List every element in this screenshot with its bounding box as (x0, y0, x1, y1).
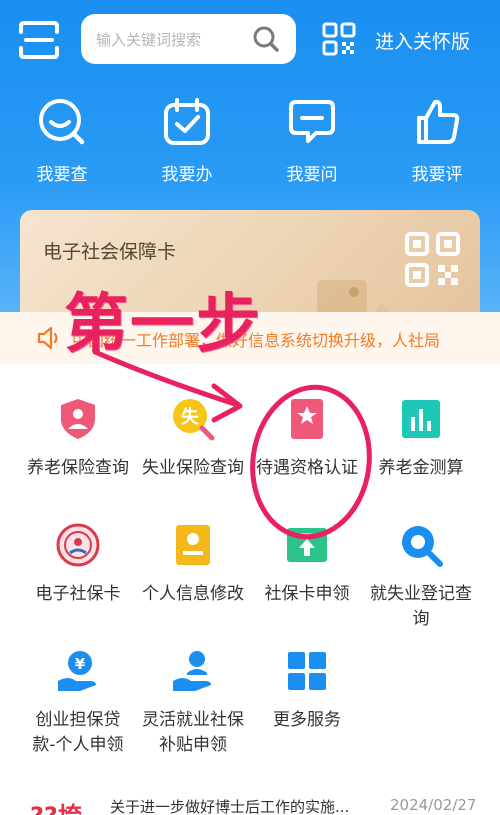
service-electronic-card[interactable]: 电子社保卡 (21, 523, 135, 607)
news-title[interactable]: 关于进一步做好博士后工作的实施... (110, 796, 349, 815)
service-employment-registration-query[interactable]: 就失业登记查询 (364, 523, 478, 632)
search-placeholder: 输入关键词搜索 (96, 31, 202, 49)
service-label: 电子社保卡 (35, 584, 121, 604)
quick-action-handle[interactable]: 我要办 (142, 96, 232, 191)
quick-action-label: 我要办 (161, 165, 213, 185)
calendar-check-icon (164, 98, 210, 145)
service-label: 更多服务 (273, 710, 341, 730)
service-pension-query[interactable]: 养老保险查询 (21, 397, 135, 481)
social-security-seal-icon (56, 523, 100, 567)
quick-action-rate[interactable]: 我要评 (392, 96, 482, 191)
certificate-star-icon (291, 399, 323, 439)
care-mode-link[interactable]: 进入关怀版 (375, 27, 470, 54)
service-eligibility-certification[interactable]: 待遇资格认证 (250, 397, 364, 481)
service-label: 待遇资格认证 (256, 458, 358, 478)
service-label: 创业担保贷款-个人申领 (32, 710, 124, 755)
qr-code-icon[interactable] (322, 22, 356, 56)
quick-action-label: 我要查 (36, 165, 88, 185)
chat-bubble-icon (289, 100, 335, 143)
shield-icon (61, 399, 95, 439)
thumbs-up-icon (417, 99, 460, 144)
unemployment-search-icon: 失 (173, 399, 215, 441)
upload-card-icon (287, 528, 327, 562)
news-item[interactable]: ??垮 关于进一步做好博士后工作的实施... 2024/02/27 (0, 790, 500, 815)
service-more[interactable]: 更多服务 (250, 649, 364, 733)
search-icon[interactable] (252, 25, 280, 53)
service-label: 个人信息修改 (142, 584, 244, 604)
card-qr-icon[interactable] (405, 232, 460, 287)
bar-chart-icon (402, 400, 440, 438)
service-pension-calculator[interactable]: 养老金测算 (364, 397, 478, 481)
quick-action-query[interactable]: 我要查 (17, 96, 107, 191)
id-card-icon (176, 525, 210, 565)
quick-action-label: 我要评 (411, 165, 463, 185)
service-label: 就失业登记查询 (370, 584, 472, 629)
service-label: 养老保险查询 (27, 458, 129, 478)
yuan-hand-icon: ¥ (58, 651, 96, 691)
service-card-application[interactable]: 社保卡申领 (250, 523, 364, 607)
service-label: 失业保险查询 (142, 458, 244, 478)
quick-action-label: 我要问 (286, 165, 338, 185)
search-smile-icon (39, 99, 85, 145)
magnifier-icon (402, 526, 443, 567)
service-unemployment-query[interactable]: 失 失业保险查询 (136, 397, 250, 481)
speaker-icon (37, 326, 58, 350)
news-date: 2024/02/27 (390, 796, 477, 814)
service-flexible-employment-subsidy[interactable]: 灵活就业社保补贴申领 (136, 649, 250, 758)
card-title: 电子社会保障卡 (43, 241, 177, 263)
scan-icon[interactable] (18, 20, 60, 60)
quick-action-ask[interactable]: 我要问 (267, 96, 357, 191)
service-startup-loan[interactable]: ¥ 创业担保贷款-个人申领 (21, 649, 135, 758)
news-tag: ??垮 (30, 796, 82, 815)
service-label: 灵活就业社保补贴申领 (142, 710, 244, 755)
annotation-step-text: 第一步 (64, 288, 262, 362)
grid-icon (288, 652, 326, 690)
person-hand-icon (173, 651, 211, 691)
service-label: 社保卡申领 (264, 584, 350, 604)
service-personal-info-edit[interactable]: 个人信息修改 (136, 523, 250, 607)
top-bar: 输入关键词搜索 进入关怀版 (0, 14, 500, 66)
search-input[interactable]: 输入关键词搜索 (81, 14, 296, 64)
svg-text:¥: ¥ (75, 655, 86, 673)
service-label: 养老金测算 (378, 458, 464, 478)
svg-text:失: 失 (181, 406, 200, 428)
